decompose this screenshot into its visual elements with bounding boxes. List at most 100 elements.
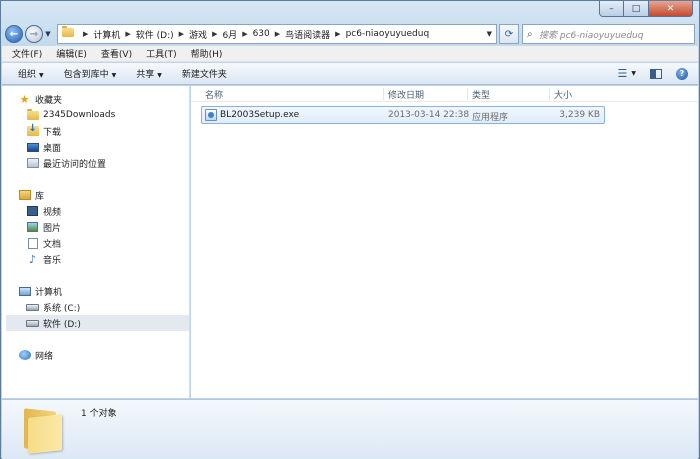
close-button[interactable]: ✕ <box>649 1 693 17</box>
new-folder-label: 新建文件夹 <box>181 70 227 80</box>
refresh-button[interactable]: ⟳ <box>499 24 519 44</box>
menu-view[interactable]: 查看(V) <box>101 47 132 60</box>
library-icon <box>18 189 31 201</box>
application-icon <box>205 109 217 121</box>
menu-edit[interactable]: 编辑(E) <box>56 47 87 60</box>
breadcrumb-games[interactable]: 游戏 <box>189 28 207 41</box>
menu-tools[interactable]: 工具(T) <box>146 47 177 60</box>
nav-label: 文档 <box>43 239 62 250</box>
file-size: 3,239 KB <box>559 110 600 120</box>
nav-network[interactable]: 网络 <box>18 347 188 363</box>
organize-label: 组织 <box>18 70 37 80</box>
maximize-button[interactable]: □ <box>624 1 649 17</box>
nav-label: 收藏夹 <box>35 95 63 106</box>
desktop-icon <box>26 141 39 153</box>
command-bar: 组织 ▼ 包含到库中 ▼ 共享 ▼ 新建文件夹 ☰ ▼ ? <box>2 63 698 85</box>
video-icon <box>26 205 39 217</box>
column-size[interactable]: 大小 <box>549 88 605 101</box>
file-type: 应用程序 <box>472 113 509 123</box>
menu-file[interactable]: 文件(F) <box>12 47 42 60</box>
nav-item-drive-d[interactable]: 软件 (D:) <box>6 315 189 331</box>
view-list-icon: ☰ <box>617 67 628 80</box>
caption-buttons: – □ ✕ <box>599 1 693 17</box>
organize-button[interactable]: 组织 ▼ <box>18 67 44 80</box>
nav-item-videos[interactable]: 视频 <box>26 203 188 219</box>
chevron-right-icon[interactable]: ▶ <box>335 30 340 38</box>
search-icon: ⌕ <box>527 28 533 40</box>
chevron-down-icon: ▼ <box>111 72 117 79</box>
network-icon <box>18 349 31 361</box>
recent-pages-dropdown[interactable]: ▼ <box>43 30 53 38</box>
computer-icon <box>18 285 31 297</box>
breadcrumb-computer[interactable]: 计算机 <box>93 28 120 41</box>
column-modified[interactable]: 修改日期 <box>383 88 467 101</box>
nav-label: 系统 (C:) <box>43 303 81 314</box>
chevron-right-icon[interactable]: ▶ <box>212 30 217 38</box>
address-dropdown-icon[interactable]: ▼ <box>487 30 492 38</box>
breadcrumb-current[interactable]: pc6-niaoyuyueduq <box>346 29 430 39</box>
navigation-row: ← → ▼ ▶ 计算机 ▶ 软件 (D:) ▶ 游戏 ▶ 6月 ▶ 630 ▶ … <box>5 23 695 45</box>
nav-label: 下载 <box>43 127 62 138</box>
preview-pane-icon <box>650 68 662 79</box>
nav-label: 图片 <box>43 223 62 234</box>
breadcrumb-reader[interactable]: 鸟语阅读器 <box>285 28 330 41</box>
nav-favorites[interactable]: ★ 收藏夹 <box>18 91 188 107</box>
music-icon: ♪ <box>28 252 37 266</box>
chevron-right-icon[interactable]: ▶ <box>179 30 184 38</box>
address-bar[interactable]: ▶ 计算机 ▶ 软件 (D:) ▶ 游戏 ▶ 6月 ▶ 630 ▶ 鸟语阅读器 … <box>57 24 497 44</box>
chevron-right-icon[interactable]: ▶ <box>125 30 130 38</box>
menu-help[interactable]: 帮助(H) <box>191 47 223 60</box>
chevron-down-icon: ▼ <box>631 70 636 77</box>
chevron-down-icon: ▼ <box>157 72 162 79</box>
help-icon: ? <box>676 67 688 80</box>
view-options-button[interactable]: ☰ ▼ <box>618 67 637 80</box>
nav-libraries[interactable]: 库 <box>18 187 188 203</box>
document-icon <box>26 237 39 249</box>
chevron-right-icon[interactable]: ▶ <box>275 30 280 38</box>
large-folder-icon <box>24 406 66 454</box>
minimize-button[interactable]: – <box>599 1 624 17</box>
nav-item-downloads[interactable]: 下载 <box>26 123 188 139</box>
file-row[interactable]: BL2003Setup.exe 2013-03-14 22:38 应用程序 3,… <box>201 106 605 124</box>
nav-item-desktop[interactable]: 桌面 <box>26 139 188 155</box>
help-button[interactable]: ? <box>676 67 688 80</box>
breadcrumb-june[interactable]: 6月 <box>222 28 237 41</box>
navigation-pane: ★ 收藏夹 2345Downloads 下载 桌面 最近访问的位置 库 视频 <box>2 86 190 398</box>
column-type[interactable]: 类型 <box>467 88 551 101</box>
nav-label: 音乐 <box>43 255 62 266</box>
nav-label: 桌面 <box>43 143 62 154</box>
breadcrumb-drive-d[interactable]: 软件 (D:) <box>136 28 174 41</box>
nav-computer[interactable]: 计算机 <box>18 283 188 299</box>
nav-item-pictures[interactable]: 图片 <box>26 219 188 235</box>
new-folder-button[interactable]: 新建文件夹 <box>182 67 227 80</box>
folder-icon <box>26 108 39 121</box>
nav-label: 计算机 <box>35 287 63 298</box>
nav-item-2345downloads[interactable]: 2345Downloads <box>26 107 188 123</box>
nav-item-music[interactable]: ♪ 音乐 <box>26 251 188 267</box>
back-button[interactable]: ← <box>5 25 23 43</box>
forward-button[interactable]: → <box>25 25 43 43</box>
preview-pane-button[interactable] <box>650 68 662 79</box>
breadcrumb-630[interactable]: 630 <box>253 29 270 39</box>
nav-label: 网络 <box>35 351 54 362</box>
breadcrumb: ▶ 计算机 ▶ 软件 (D:) ▶ 游戏 ▶ 6月 ▶ 630 ▶ 鸟语阅读器 … <box>78 28 429 41</box>
folder-icon <box>62 26 74 40</box>
search-placeholder: 搜索 pc6-niaoyuyueduq <box>539 30 644 41</box>
search-box[interactable]: ⌕ 搜索 pc6-niaoyuyueduq <box>522 24 695 44</box>
nav-label: 2345Downloads <box>43 110 116 120</box>
arrow-left-icon: ← <box>9 28 19 40</box>
share-button[interactable]: 共享 ▼ <box>136 67 162 80</box>
item-count: 1 个对象 <box>81 409 117 419</box>
share-label: 共享 <box>136 70 155 80</box>
nav-label: 视频 <box>43 207 62 218</box>
details-pane: 1 个对象 <box>2 399 698 459</box>
arrow-right-icon: → <box>29 28 39 40</box>
column-name[interactable]: 名称 <box>201 88 381 101</box>
chevron-right-icon[interactable]: ▶ <box>242 30 247 38</box>
include-in-library-button[interactable]: 包含到库中 ▼ <box>64 67 117 80</box>
nav-item-drive-c[interactable]: 系统 (C:) <box>26 299 188 315</box>
nav-item-documents[interactable]: 文档 <box>26 235 188 251</box>
nav-item-recent-places[interactable]: 最近访问的位置 <box>26 155 188 171</box>
column-headers: 名称 修改日期 类型 大小 <box>191 86 698 102</box>
nav-label: 软件 (D:) <box>43 319 81 330</box>
